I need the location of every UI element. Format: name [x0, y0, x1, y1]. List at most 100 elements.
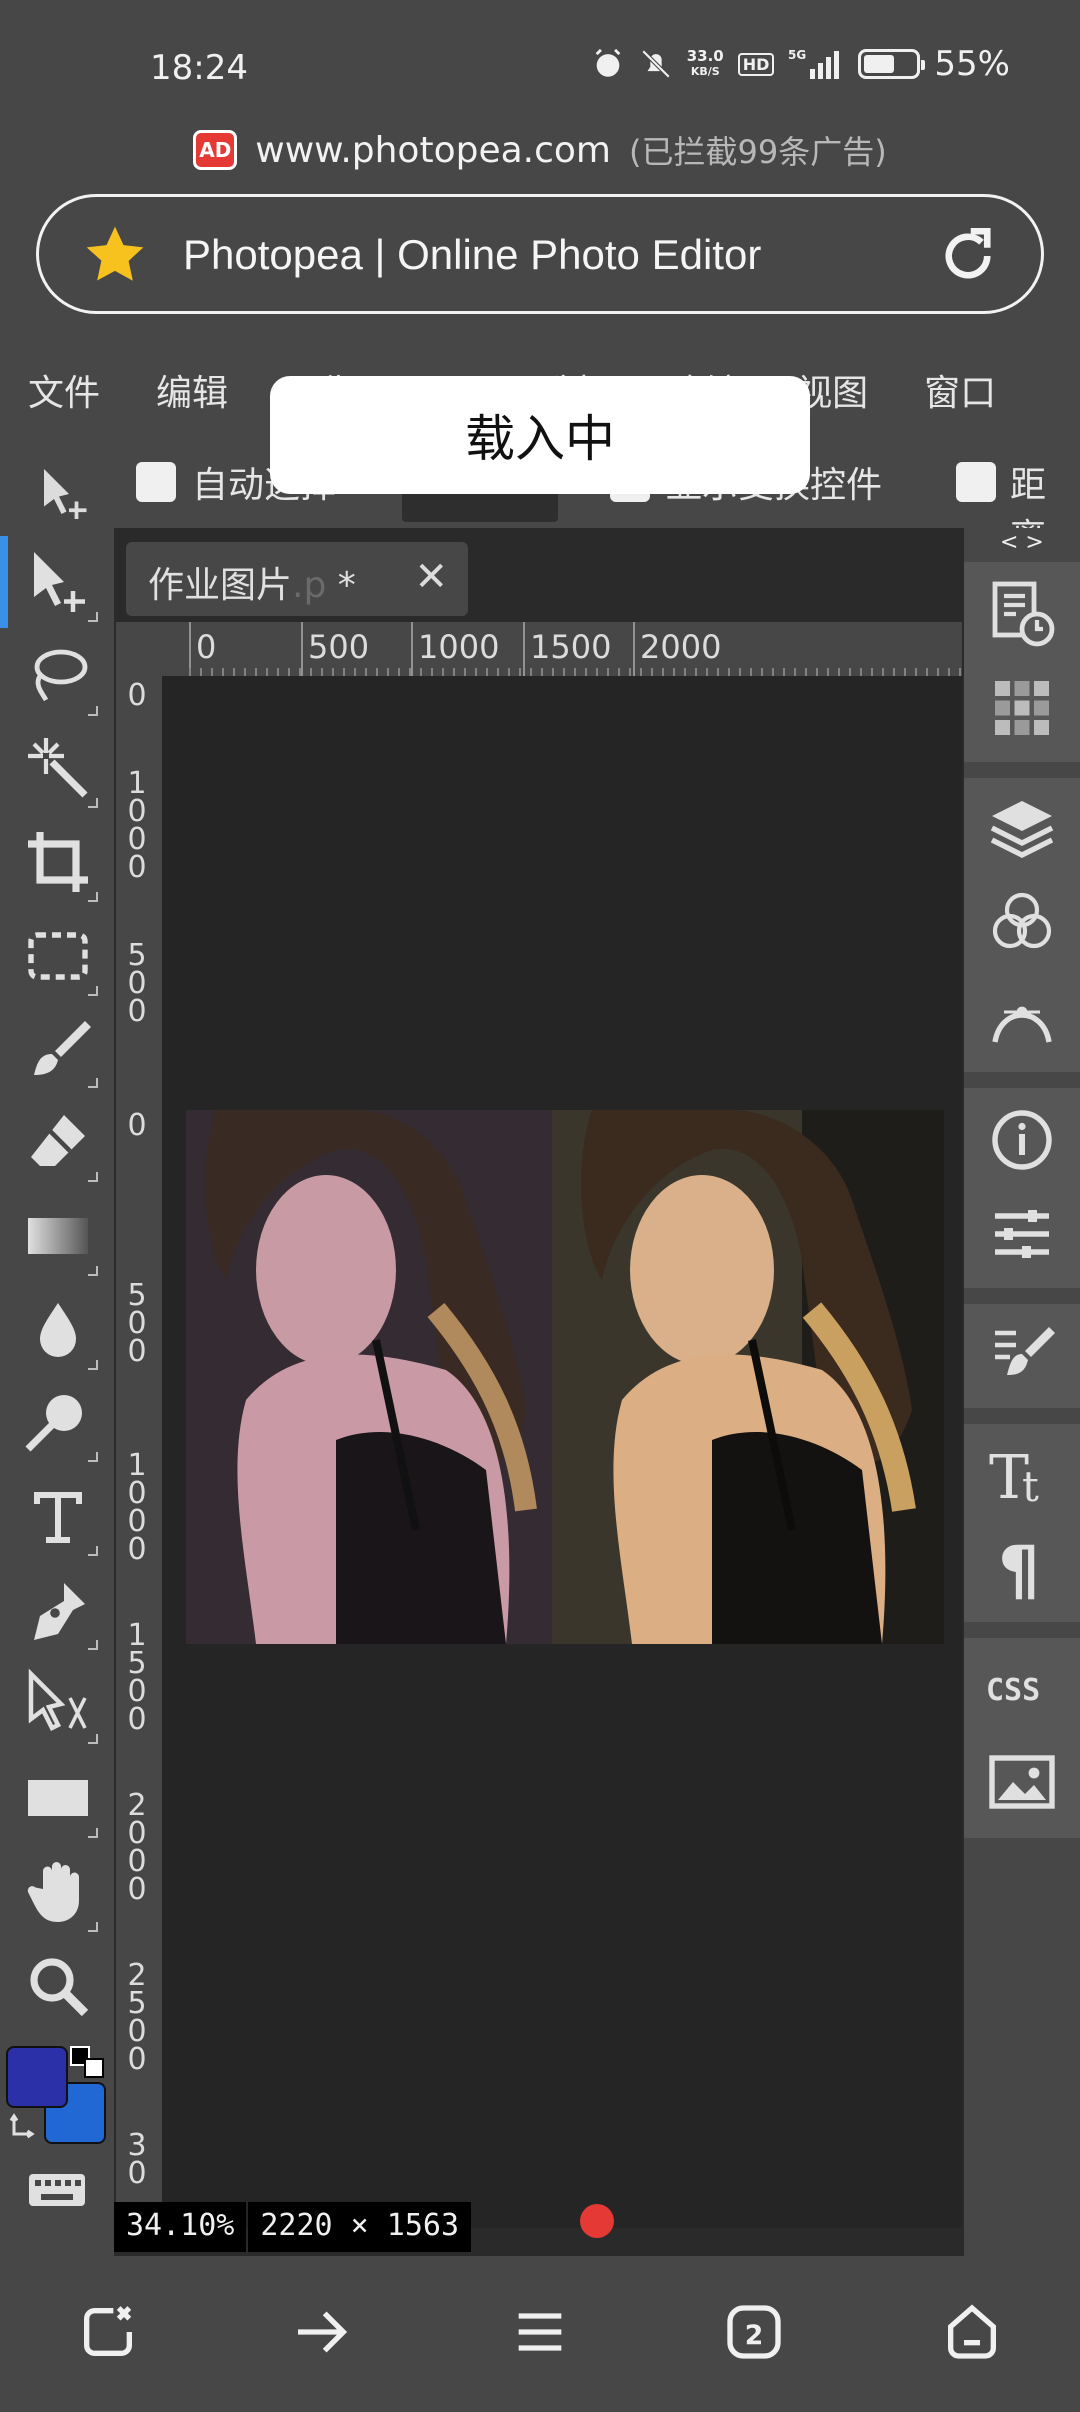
h-ruler-label: 1000 — [418, 628, 500, 666]
channels-icon — [992, 892, 1052, 949]
v-ruler-label: 0 — [127, 678, 147, 713]
loading-toast: 载入中 — [270, 376, 810, 494]
tool-brush[interactable] — [22, 1012, 98, 1088]
brush-settings-panel-button[interactable] — [986, 1318, 1058, 1390]
crop-icon — [28, 832, 88, 892]
menu-window[interactable]: 窗口 — [924, 364, 996, 416]
horizontal-ruler: 0 500 1000 1500 2000 — [116, 622, 962, 676]
tool-magic-wand[interactable] — [22, 732, 98, 808]
tool-lasso[interactable] — [22, 640, 98, 716]
rectangle-icon — [28, 1780, 88, 1816]
brush-settings-icon — [995, 1327, 1055, 1375]
css-panel-button[interactable]: CSS — [986, 1652, 1058, 1724]
portrait-after-image — [552, 1110, 944, 1644]
tool-zoom[interactable] — [22, 1950, 94, 2022]
ad-block-icon[interactable]: AD — [193, 130, 238, 170]
home-button[interactable] — [940, 2300, 1004, 2364]
close-page-icon — [84, 2306, 132, 2356]
foreground-color-swatch[interactable] — [6, 2046, 68, 2108]
zoom-icon — [30, 1958, 89, 2017]
url-row: AD www.photopea.com (已拦截99条广告) — [0, 120, 1080, 180]
brush-icon — [34, 1021, 91, 1075]
adjustments-panel-button[interactable] — [986, 1198, 1058, 1270]
image-canvas[interactable] — [186, 1110, 944, 1644]
document-tab[interactable]: 作业图片.p * ✕ — [126, 542, 468, 616]
reload-icon[interactable] — [935, 223, 1001, 289]
auto-select-checkbox[interactable] — [136, 462, 176, 502]
info-icon — [992, 1110, 1052, 1170]
default-colors-white[interactable] — [84, 2058, 104, 2078]
tabs-button[interactable]: 2 — [722, 2300, 786, 2364]
signal-icon: 5G — [788, 48, 840, 79]
object-select-icon — [28, 932, 88, 980]
tool-object-select[interactable] — [22, 920, 98, 996]
url-text[interactable]: www.photopea.com — [255, 130, 611, 171]
type-icon — [34, 1492, 82, 1543]
paragraph-panel-button[interactable]: ¶ — [986, 1530, 1058, 1609]
alarm-icon — [595, 48, 621, 77]
tool-crop[interactable] — [22, 826, 98, 902]
h-ruler-label: 2000 — [640, 628, 722, 666]
channels-panel-button[interactable] — [986, 886, 1058, 958]
move-icon — [34, 552, 85, 612]
dodge-icon — [25, 1395, 82, 1452]
layers-panel-button[interactable] — [986, 792, 1058, 864]
tool-blur[interactable] — [22, 1294, 98, 1370]
svg-text:2: 2 — [745, 2320, 764, 2351]
notification-dot — [580, 2204, 614, 2238]
magic-wand-icon — [28, 738, 88, 798]
tool-rectangle[interactable] — [22, 1762, 98, 1838]
menu-file[interactable]: 文件 — [28, 364, 100, 416]
image-icon — [989, 1755, 1055, 1809]
v-ruler-label: 2000 — [127, 1788, 147, 1907]
image-panel-button[interactable] — [986, 1746, 1058, 1818]
document-dimensions: 2220 × 1563 — [248, 2202, 472, 2252]
svg-text:¶: ¶ — [998, 1532, 1040, 1602]
close-tab-icon[interactable]: ✕ — [414, 554, 448, 600]
paths-panel-button[interactable] — [986, 982, 1058, 1054]
history-panel-button[interactable] — [986, 578, 1058, 650]
character-icon: Tt — [989, 1443, 1039, 1513]
swap-colors-icon[interactable] — [8, 2110, 44, 2146]
character-panel-button[interactable]: Tt — [986, 1438, 1058, 1513]
menu-edit[interactable]: 编辑 — [156, 364, 228, 416]
vertical-ruler: 0 1000 500 0 500 1000 1500 2000 2500 30 — [116, 676, 162, 2228]
v-ruler-label: 2500 — [127, 1958, 147, 2077]
v-ruler-label: 500 — [127, 938, 147, 1029]
collapse-panel-icon[interactable]: < > — [1000, 530, 1044, 555]
star-icon[interactable] — [81, 221, 149, 289]
direct-select-icon — [28, 1668, 87, 1732]
tool-move[interactable] — [0, 536, 98, 628]
pen-icon — [34, 1583, 85, 1640]
keyboard-icon[interactable] — [26, 2170, 88, 2210]
tool-pen[interactable] — [22, 1574, 98, 1650]
menu-button[interactable] — [508, 2300, 572, 2364]
v-ruler-label: 30 — [127, 2128, 147, 2191]
adjustments-icon — [995, 1210, 1049, 1258]
h-ruler-label: 500 — [308, 628, 370, 666]
battery-icon — [858, 49, 926, 79]
tool-hand[interactable] — [22, 1856, 98, 1932]
portrait-before-image — [186, 1110, 552, 1644]
status-bar: 18:24 33.0 KB/S HD 5G 55% — [0, 0, 1080, 120]
blur-drop-icon — [40, 1303, 76, 1357]
distance-checkbox[interactable] — [956, 462, 996, 502]
photo-after — [552, 1110, 944, 1644]
gradient-icon — [28, 1218, 88, 1254]
history-icon — [992, 581, 1055, 647]
tool-dodge[interactable] — [22, 1386, 98, 1462]
tool-direct-select[interactable] — [22, 1668, 98, 1744]
hand-icon — [27, 1862, 79, 1922]
tool-gradient[interactable] — [22, 1200, 98, 1276]
zoom-level[interactable]: 34.10% — [114, 2202, 247, 2252]
tabs-icon: 2 — [727, 2305, 781, 2359]
v-ruler-label: 0 — [127, 1108, 147, 1143]
close-page-button[interactable] — [76, 2300, 140, 2364]
info-panel-button[interactable] — [986, 1104, 1058, 1176]
swatches-panel-button[interactable] — [986, 672, 1058, 744]
paragraph-icon: ¶ — [998, 1532, 1040, 1609]
tool-eraser[interactable] — [22, 1106, 98, 1182]
address-bar[interactable]: Photopea | Online Photo Editor — [36, 194, 1044, 314]
tool-type[interactable] — [22, 1480, 98, 1556]
forward-button[interactable] — [290, 2300, 354, 2364]
